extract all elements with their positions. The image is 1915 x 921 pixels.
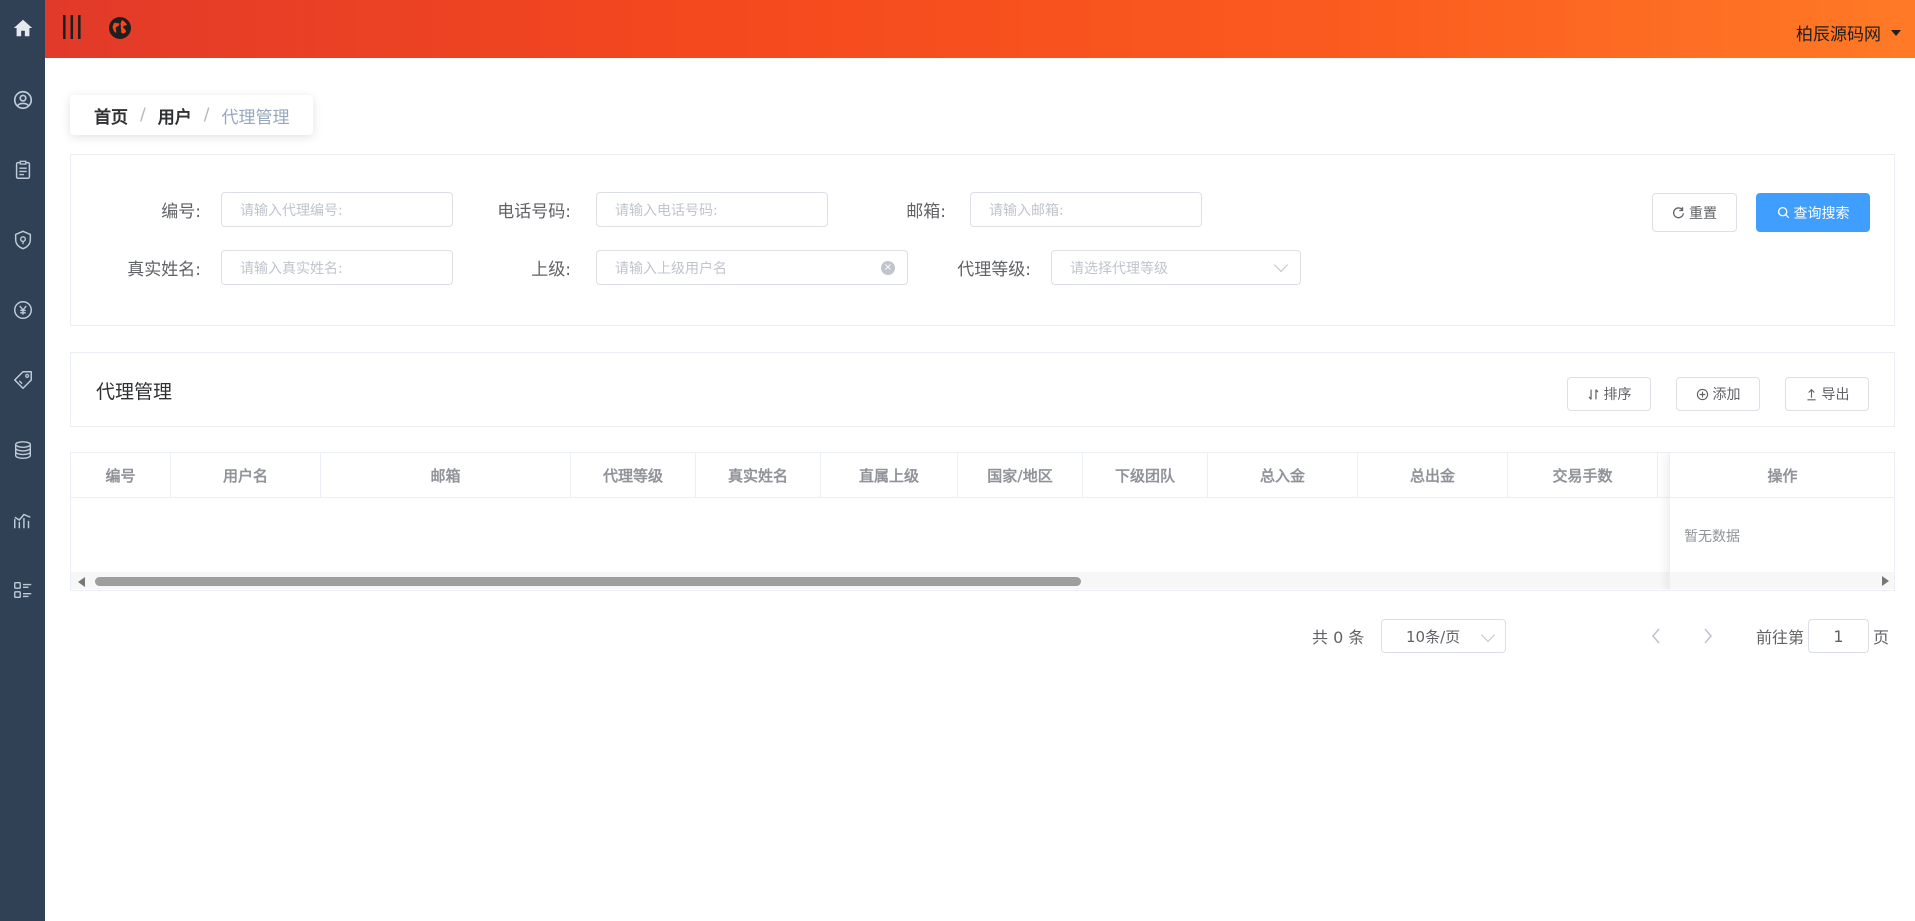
next-page-icon[interactable] <box>1701 627 1715 645</box>
search-panel: 编号: 请输入代理编号: 电话号码: 请输入电话号码: 邮箱: 请输入邮箱: 真… <box>70 154 1895 326</box>
agent-table: 编号 用户名 邮箱 代理等级 真实姓名 直属上级 国家/地区 下级团队 总入金 … <box>70 452 1895 591</box>
coins-icon[interactable] <box>11 438 34 461</box>
caret-down-icon <box>1891 29 1901 36</box>
column-header: 总出金 <box>1358 453 1508 498</box>
scroll-right-icon[interactable] <box>1882 576 1889 586</box>
horizontal-scrollbar[interactable] <box>71 572 1671 589</box>
email-input[interactable]: 请输入邮箱: <box>970 192 1202 227</box>
breadcrumb-current: 代理管理 <box>221 107 290 128</box>
prev-page-icon[interactable] <box>1649 627 1663 645</box>
list-icon[interactable] <box>11 578 34 601</box>
clipboard-icon[interactable] <box>11 158 34 181</box>
goto-prefix: 前往第 <box>1756 628 1805 647</box>
home-icon[interactable] <box>11 16 34 39</box>
real-name-label: 真实姓名: <box>127 260 201 280</box>
id-label: 编号: <box>161 202 201 222</box>
parent-input[interactable]: 请输入上级用户名 × <box>596 250 908 285</box>
page-size-select[interactable]: 10条/页 <box>1381 619 1506 653</box>
chevron-down-icon <box>1480 627 1496 643</box>
column-header: 国家/地区 <box>958 453 1083 498</box>
column-header: 用户名 <box>171 453 321 498</box>
page-size-value: 10条/页 <box>1406 627 1461 646</box>
search-button[interactable]: 查询搜索 <box>1756 193 1870 232</box>
top-header: 柏辰源码网 <box>45 0 1915 58</box>
total-count: 共 0 条 <box>1312 628 1365 647</box>
sort-label: 排序 <box>1603 387 1632 403</box>
column-header: 编号 <box>71 453 171 498</box>
yen-icon[interactable] <box>11 298 34 321</box>
column-header: 交易手数 <box>1508 453 1658 498</box>
real-name-input[interactable]: 请输入真实姓名: <box>221 250 453 285</box>
globe-icon[interactable] <box>107 15 133 41</box>
user-name: 柏辰源码网 <box>1796 25 1881 45</box>
action-column: 操作 暂无数据 <box>1669 453 1894 590</box>
agent-level-placeholder: 请选择代理等级 <box>1070 260 1168 277</box>
sort-button[interactable]: 排序 <box>1567 377 1651 411</box>
user-menu[interactable]: 柏辰源码网 <box>1796 20 1901 45</box>
refresh-icon <box>1673 207 1685 219</box>
table-title: 代理管理 <box>96 381 173 403</box>
tag-icon[interactable] <box>11 368 34 391</box>
column-header: 真实姓名 <box>696 453 821 498</box>
breadcrumb-separator: / <box>140 105 146 125</box>
column-header: 总入金 <box>1208 453 1358 498</box>
reset-button[interactable]: 重置 <box>1652 193 1737 232</box>
reset-label: 重置 <box>1689 205 1717 222</box>
breadcrumb: 首页 / 用户 / 代理管理 <box>70 95 314 135</box>
parent-label: 上级: <box>531 260 571 280</box>
shield-icon[interactable] <box>11 228 34 251</box>
empty-text: 暂无数据 <box>1684 529 1740 545</box>
chart-icon[interactable] <box>11 508 34 531</box>
goto-page-input[interactable]: 1 <box>1808 619 1869 653</box>
scrollbar-track <box>1670 572 1894 589</box>
phone-label: 电话号码: <box>497 202 571 222</box>
search-label: 查询搜索 <box>1793 205 1850 222</box>
column-header: 下级团队 <box>1083 453 1208 498</box>
upload-icon <box>1806 388 1816 400</box>
search-icon <box>1777 206 1789 219</box>
action-column-header: 操作 <box>1670 453 1894 498</box>
email-label: 邮箱: <box>906 202 946 222</box>
scroll-left-icon[interactable] <box>78 577 85 587</box>
scroll-thumb[interactable] <box>95 577 1081 586</box>
menu-toggle-icon[interactable] <box>61 14 83 40</box>
phone-input[interactable]: 请输入电话号码: <box>596 192 828 227</box>
column-header: 代理等级 <box>571 453 696 498</box>
agent-id-input[interactable]: 请输入代理编号: <box>221 192 453 227</box>
export-button[interactable]: 导出 <box>1785 377 1869 411</box>
user-circle-icon[interactable] <box>11 88 34 111</box>
breadcrumb-user[interactable]: 用户 <box>158 103 192 128</box>
agent-level-label: 代理等级: <box>957 260 1031 280</box>
export-label: 导出 <box>1821 387 1850 403</box>
goto-suffix: 页 <box>1873 628 1890 647</box>
sidebar <box>0 0 45 921</box>
plus-circle-icon <box>1696 388 1708 400</box>
parent-placeholder: 请输入上级用户名 <box>615 260 727 277</box>
chevron-down-icon <box>1273 257 1289 273</box>
agent-level-select[interactable]: 请选择代理等级 <box>1051 250 1301 285</box>
column-header: 直属上级 <box>821 453 958 498</box>
table-toolbar: 代理管理 排序 添加 导出 <box>70 352 1895 427</box>
sort-icon <box>1588 388 1598 400</box>
column-header: 邮箱 <box>321 453 571 498</box>
add-button[interactable]: 添加 <box>1676 377 1760 411</box>
breadcrumb-home[interactable]: 首页 <box>94 103 128 128</box>
clear-icon[interactable]: × <box>881 261 895 275</box>
breadcrumb-separator: / <box>203 105 210 125</box>
add-label: 添加 <box>1712 387 1741 403</box>
table-header: 编号 用户名 邮箱 代理等级 真实姓名 直属上级 国家/地区 下级团队 总入金 … <box>71 453 1894 498</box>
